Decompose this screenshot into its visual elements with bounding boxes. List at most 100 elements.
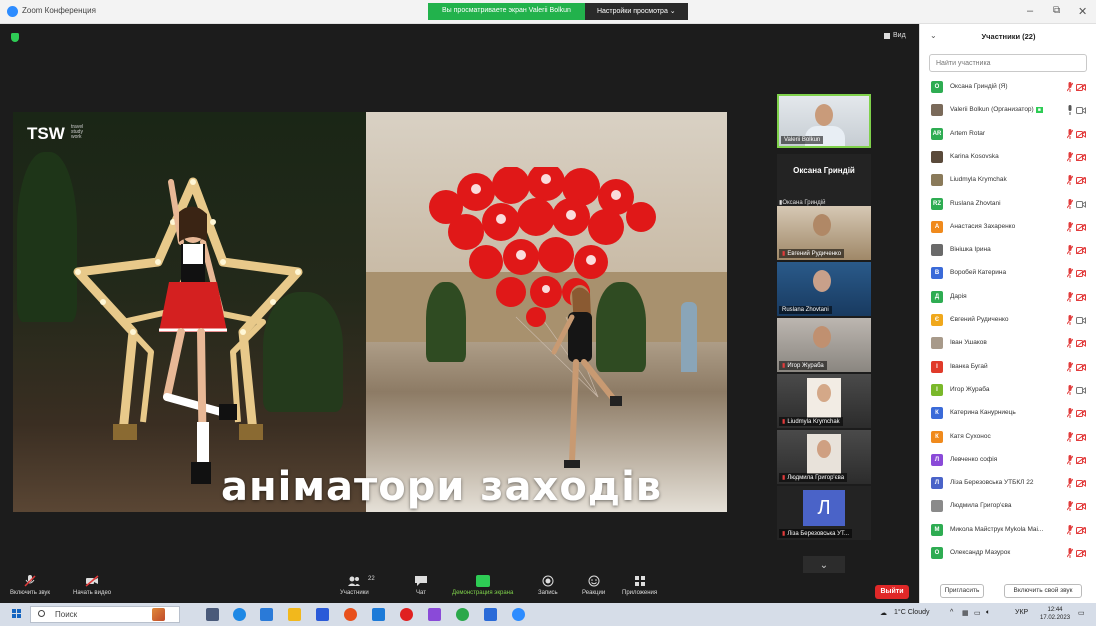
taskbar-clock[interactable]: 12:44 17.02.2023 [1040, 606, 1070, 622]
edge-browser-icon[interactable] [233, 608, 246, 621]
camera-icon[interactable] [1076, 200, 1086, 208]
taskbar-widget-icon[interactable] [152, 608, 165, 621]
video-tile-liza[interactable]: Л ▮ Лiза Березовська УТ... [777, 486, 871, 540]
camera-off-icon[interactable] [1076, 293, 1086, 301]
zoom-taskbar-icon[interactable] [512, 608, 525, 621]
participant-row[interactable]: І Іванка Бугай [920, 356, 1096, 379]
network-icon[interactable]: ▦ [962, 609, 969, 617]
camera-icon[interactable] [1076, 107, 1086, 115]
view-button[interactable]: Вид [884, 32, 906, 39]
mic-muted-icon[interactable] [1067, 501, 1073, 512]
mic-muted-icon[interactable] [1067, 431, 1073, 442]
mic-muted-icon[interactable] [1067, 221, 1073, 232]
participant-row[interactable]: Л Лiза Березовська УТБКЛ 22 [920, 472, 1096, 495]
participant-row[interactable]: В Воробей Катерина [920, 262, 1096, 285]
microsoft-store-icon[interactable] [260, 608, 273, 621]
mic-muted-icon[interactable] [1067, 361, 1073, 372]
camera-off-icon[interactable] [1076, 153, 1086, 161]
camera-off-icon[interactable] [1076, 526, 1086, 534]
video-tile-liudmyla[interactable]: ▮ Liudmyla Krymchak [777, 374, 871, 428]
restore-icon[interactable]: ⧉ [1053, 5, 1060, 16]
mic-muted-icon[interactable] [1067, 245, 1073, 256]
participant-row[interactable]: М Микола Майструк Mykola Mai... [920, 519, 1096, 542]
video-tile-evgeniy[interactable]: ▮ Евгений Рудиченко [777, 206, 871, 260]
participant-row[interactable]: К Катя Сухонос [920, 426, 1096, 449]
participant-row[interactable]: Л Левченко софія [920, 449, 1096, 472]
shared-screen[interactable]: TSW travel study work аніматори заходів [13, 112, 727, 512]
volume-icon[interactable]: 🔈︎ [986, 609, 990, 617]
participant-row[interactable]: Іван Ушаков [920, 332, 1096, 355]
participant-row[interactable]: Karina Kosovska [920, 146, 1096, 169]
opera-browser-icon[interactable] [400, 608, 413, 621]
mic-muted-icon[interactable] [1067, 548, 1073, 558]
leave-meeting-button[interactable]: Выйти [875, 585, 909, 599]
camera-off-icon[interactable] [1076, 247, 1086, 255]
video-tile-igor[interactable]: ▮ Игор Жураба [777, 318, 871, 372]
windows-start-button[interactable] [12, 609, 22, 619]
participant-row[interactable]: О Оксана Гриндій (Я) [920, 76, 1096, 99]
camera-off-icon[interactable] [1076, 410, 1086, 418]
video-tile-liudmyla-h[interactable]: ▮ Людмила Григор'єва [777, 430, 871, 484]
mic-muted-icon[interactable] [1067, 291, 1073, 302]
participant-row[interactable]: І Игор Жураба [920, 379, 1096, 402]
reactions-button[interactable]: Реакции [582, 575, 605, 596]
camera-off-icon[interactable] [1076, 363, 1086, 371]
camera-off-icon[interactable] [1076, 550, 1086, 557]
participant-row[interactable]: Д Дарія [920, 286, 1096, 309]
camera-off-icon[interactable] [1076, 433, 1086, 441]
mic-muted-icon[interactable] [1067, 408, 1073, 419]
participant-row[interactable]: Liudmyla Krymchak [920, 169, 1096, 192]
video-tile-ruslana[interactable]: Ruslana Zhovtani [777, 262, 871, 316]
start-video-button[interactable]: Начать видео [73, 575, 111, 596]
mic-muted-icon[interactable] [1067, 524, 1073, 535]
video-tile-valerii[interactable]: Valerii Bolkun [777, 94, 871, 148]
camera-off-icon[interactable] [1076, 130, 1086, 138]
camera-off-icon[interactable] [1076, 270, 1086, 278]
camera-icon[interactable] [1076, 386, 1086, 394]
mic-muted-icon[interactable] [1067, 454, 1073, 465]
close-icon[interactable]: ✕ [1078, 5, 1087, 18]
app-icon[interactable] [484, 608, 497, 621]
view-options-button[interactable]: Настройки просмотра ⌄ [584, 3, 688, 20]
camera-off-icon[interactable] [1076, 84, 1086, 91]
encryption-shield-icon[interactable] [11, 33, 19, 42]
camera-off-icon[interactable] [1076, 177, 1086, 185]
mic-muted-icon[interactable] [1067, 478, 1073, 489]
camera-off-icon[interactable] [1076, 456, 1086, 464]
notifications-icon[interactable]: ▭ [1078, 609, 1085, 617]
keyboard-language[interactable]: УКР [1015, 609, 1028, 616]
participant-row[interactable]: Є Євгений Рудиченко [920, 309, 1096, 332]
invite-button[interactable]: Пригласить [940, 584, 984, 598]
tray-chevron-icon[interactable]: ^ [950, 609, 953, 616]
share-screen-button[interactable]: Демонстрация экрана [452, 575, 513, 596]
mic-muted-icon[interactable] [1067, 175, 1073, 186]
camera-off-icon[interactable] [1076, 340, 1086, 348]
camera-off-icon[interactable] [1076, 480, 1086, 488]
mic-icon[interactable] [1067, 105, 1073, 116]
mic-muted-icon[interactable] [1067, 198, 1073, 209]
unmute-button[interactable]: Включить звук [10, 575, 50, 596]
task-view-icon[interactable] [206, 608, 219, 621]
weather-label[interactable]: 1°C Cloudy [894, 609, 929, 616]
video-tile-oksana[interactable]: Оксана Гриндій ▮Оксана Гриндій [777, 154, 871, 208]
participant-row[interactable]: Valerii Bolkun (Организатор) ■ [920, 99, 1096, 122]
mic-muted-icon[interactable] [1067, 315, 1073, 325]
participant-row[interactable]: А Анастасия Захаренко [920, 216, 1096, 239]
file-explorer-icon[interactable] [288, 608, 301, 621]
participant-row[interactable]: Вінішка Ірина [920, 239, 1096, 262]
participants-button[interactable]: Участники [340, 575, 369, 596]
minimize-icon[interactable]: – [1027, 5, 1033, 17]
camera-off-icon[interactable] [1076, 503, 1086, 511]
mail-icon[interactable] [316, 608, 329, 621]
mic-muted-icon[interactable] [1067, 128, 1073, 139]
firefox-icon[interactable] [344, 608, 357, 621]
app-icon[interactable] [372, 608, 385, 621]
participant-row[interactable]: AR Artem Rotar [920, 123, 1096, 146]
mic-muted-icon[interactable] [1067, 338, 1073, 349]
weather-icon[interactable]: ☁ [880, 609, 887, 617]
participant-row[interactable]: RZ Ruslana Zhovtani [920, 193, 1096, 216]
battery-icon[interactable]: ▭ [974, 609, 981, 617]
unmute-self-button[interactable]: Включить свой звук [1004, 584, 1082, 598]
apps-button[interactable]: Приложения [622, 575, 657, 596]
app-icon[interactable] [428, 608, 441, 621]
